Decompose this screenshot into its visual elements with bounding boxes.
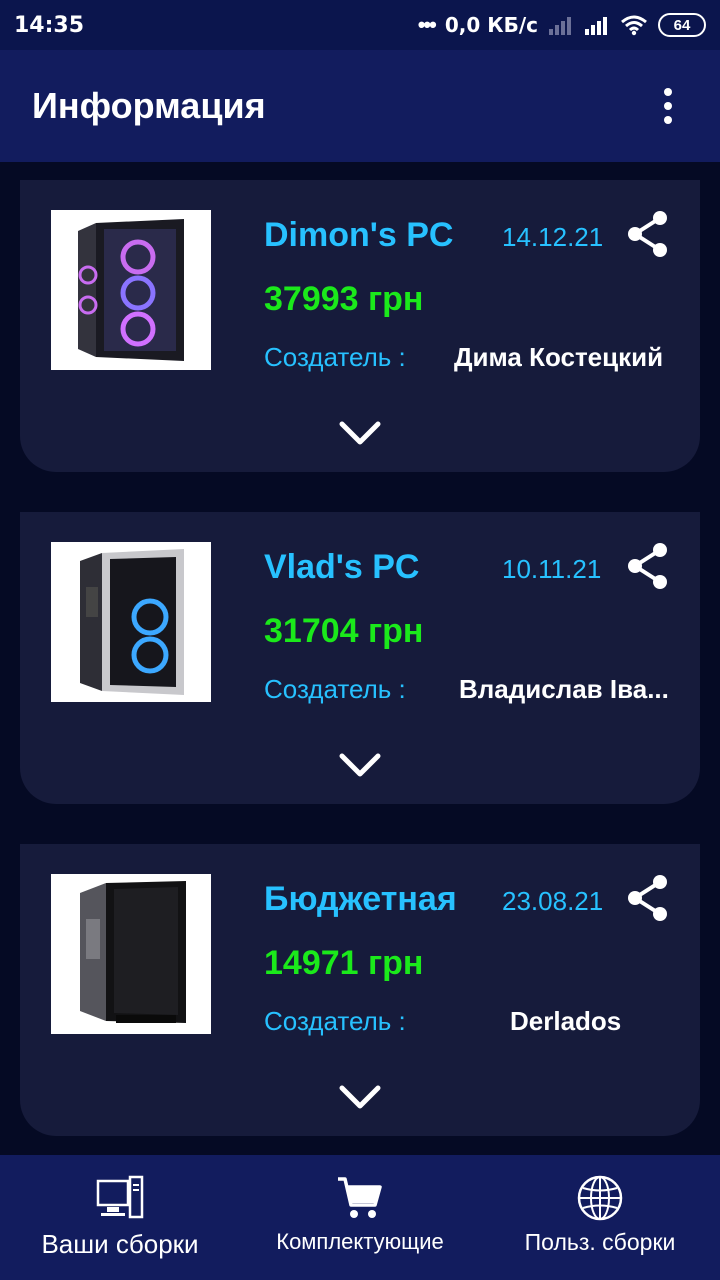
nav-user-builds[interactable]: Польз. сборки [480, 1155, 720, 1280]
nav-your-builds[interactable]: Ваши сборки [0, 1155, 240, 1280]
pc-case-image [51, 542, 211, 702]
signal-icon [585, 17, 607, 35]
build-price: 37993 грн [264, 280, 424, 318]
globe-icon [577, 1175, 623, 1221]
build-card[interactable]: Бюджетная 23.08.21 14971 грн Создатель :… [20, 844, 700, 1136]
signal-empty-icon [549, 17, 571, 35]
status-time: 14:35 [14, 12, 85, 38]
nav-label: Польз. сборки [524, 1229, 676, 1255]
creator-name: Владислав Іва... [459, 674, 669, 704]
more-vert-icon[interactable] [648, 76, 688, 136]
build-price: 14971 грн [264, 944, 424, 982]
build-card[interactable]: Dimon's PC 14.12.21 37993 грн Создатель … [20, 180, 700, 472]
bottom-nav: Ваши сборки Комплектующие Польз. сборки [0, 1155, 720, 1280]
creator-label: Создатель : [264, 674, 406, 704]
chevron-down-icon[interactable] [336, 1080, 384, 1116]
build-date: 23.08.21 [502, 886, 604, 916]
build-price: 31704 грн [264, 612, 424, 650]
network-speed: 0,0 КБ/с [444, 13, 538, 37]
creator-name: Derlados [510, 1006, 622, 1036]
chevron-down-icon[interactable] [336, 416, 384, 452]
status-icons: ••• 0,0 КБ/с 64 [418, 12, 706, 38]
desktop-pc-icon [96, 1175, 144, 1219]
notification-dots-icon: ••• [417, 12, 437, 37]
share-icon[interactable] [626, 874, 670, 922]
build-name: Бюджетная [264, 880, 457, 918]
status-bar: 14:35 ••• 0,0 КБ/с 64 [0, 0, 720, 50]
pc-case-image [51, 874, 211, 1034]
nav-label: Комплектующие [276, 1229, 444, 1254]
battery-icon: 64 [658, 13, 706, 37]
build-date: 14.12.21 [502, 222, 604, 252]
chevron-down-icon[interactable] [336, 748, 384, 784]
creator-label: Создатель : [264, 342, 406, 372]
build-card[interactable]: Vlad's PC 10.11.21 31704 грн Создатель :… [20, 512, 700, 804]
nav-components[interactable]: Комплектующие [240, 1155, 480, 1280]
wifi-icon [621, 15, 647, 36]
builds-list[interactable]: Dimon's PC 14.12.21 37993 грн Создатель … [0, 162, 720, 1155]
build-date: 10.11.21 [502, 554, 602, 584]
creator-label: Создатель : [264, 1006, 406, 1036]
build-name: Dimon's PC [264, 216, 454, 254]
pc-case-image [51, 210, 211, 370]
share-icon[interactable] [626, 210, 670, 258]
build-name: Vlad's PC [264, 548, 420, 586]
creator-name: Дима Костецкий [454, 342, 664, 372]
page-title: Информация [32, 85, 266, 126]
cart-icon [338, 1177, 382, 1218]
app-bar: Информация [0, 50, 720, 162]
share-icon[interactable] [626, 542, 670, 590]
nav-label: Ваши сборки [41, 1229, 199, 1259]
